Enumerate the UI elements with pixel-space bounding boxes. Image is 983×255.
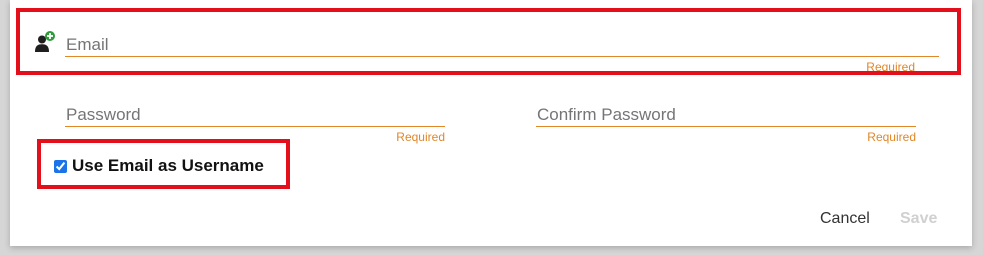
confirm-password-field-group: Required: [536, 105, 916, 144]
cancel-button[interactable]: Cancel: [820, 210, 870, 228]
password-input[interactable]: [65, 105, 445, 127]
add-user-icon: [34, 31, 56, 53]
email-required-hint: Required: [866, 60, 915, 74]
use-email-as-username-checkbox[interactable]: [54, 159, 67, 173]
password-field-group: Required: [65, 105, 445, 144]
save-button[interactable]: Save: [900, 210, 937, 228]
password-required-hint: Required: [396, 130, 445, 144]
use-email-as-username-row[interactable]: Use Email as Username: [54, 156, 264, 176]
confirm-password-required-hint: Required: [867, 130, 916, 144]
use-email-as-username-label: Use Email as Username: [72, 156, 264, 175]
email-field-group: Required: [65, 35, 939, 74]
confirm-password-input[interactable]: [536, 105, 916, 127]
email-input[interactable]: [65, 35, 939, 57]
create-user-form: Required Required Required Use Email as …: [10, 0, 972, 246]
